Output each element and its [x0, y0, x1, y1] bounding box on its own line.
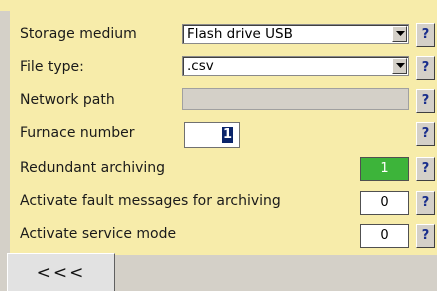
storage-medium-help-button[interactable]: ?	[416, 23, 435, 47]
service-mode-label: Activate service mode	[20, 226, 177, 242]
top-strip	[0, 0, 437, 11]
service-mode-help-button[interactable]: ?	[416, 224, 435, 248]
file-type-help-button[interactable]: ?	[416, 56, 435, 80]
redundant-archiving-help-button[interactable]: ?	[416, 157, 435, 181]
network-path-label: Network path	[20, 92, 115, 108]
file-type-value: .csv	[187, 58, 214, 74]
fault-messages-toggle[interactable]: 0	[360, 191, 409, 215]
archiving-settings-window: Storage medium Flash drive USB ? File ty…	[0, 0, 437, 291]
file-type-dropdown-button[interactable]	[392, 58, 407, 74]
back-button[interactable]: <<<	[7, 253, 115, 291]
redundant-archiving-toggle[interactable]: 1	[360, 157, 409, 181]
storage-medium-value: Flash drive USB	[187, 26, 293, 42]
storage-medium-label: Storage medium	[20, 26, 137, 42]
furnace-number-value: 1	[222, 127, 233, 143]
furnace-number-help-button[interactable]: ?	[416, 122, 435, 146]
file-type-label: File type:	[20, 59, 84, 75]
service-mode-toggle[interactable]: 0	[360, 224, 409, 248]
settings-panel: Storage medium Flash drive USB ? File ty…	[10, 11, 437, 255]
storage-medium-dropdown[interactable]: Flash drive USB	[182, 24, 409, 44]
fault-messages-help-button[interactable]: ?	[416, 191, 435, 215]
network-path-field	[182, 88, 409, 110]
network-path-help-button[interactable]: ?	[416, 89, 435, 113]
fault-messages-label: Activate fault messages for archiving	[20, 193, 281, 209]
furnace-number-label: Furnace number	[20, 125, 135, 141]
furnace-number-input[interactable]: 1	[184, 122, 240, 148]
chevron-down-icon	[396, 63, 405, 68]
file-type-dropdown[interactable]: .csv	[182, 56, 409, 76]
chevron-down-icon	[396, 31, 405, 36]
storage-medium-dropdown-button[interactable]	[392, 26, 407, 42]
redundant-archiving-label: Redundant archiving	[20, 160, 166, 176]
